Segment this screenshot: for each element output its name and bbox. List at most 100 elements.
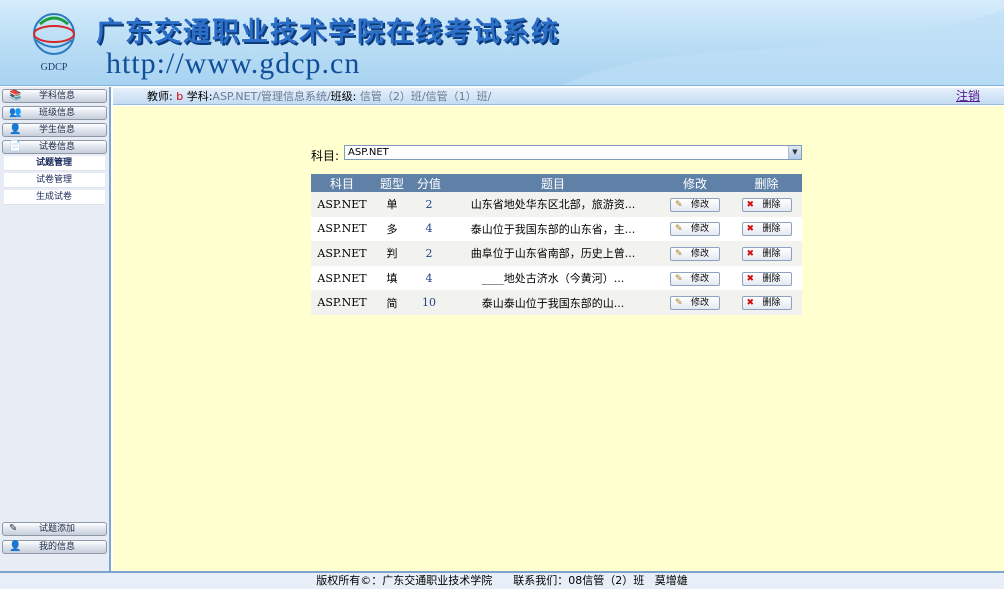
header-wave-decoration: [562, 10, 1004, 85]
edit-button[interactable]: ✎ 修改: [670, 271, 720, 286]
teacher-name: b: [176, 90, 184, 103]
filter-subject-label: 科目:: [311, 149, 340, 163]
table-row: ASP.NET 填 4 ____地处古济水（今黄河）... ✎ 修改 ✖ 删除: [311, 265, 802, 291]
class-list: 信管（2）班/信管（1）班/: [359, 90, 492, 103]
teacher-label: 教师:: [147, 90, 173, 103]
cell-delete: ✖ 删除: [731, 290, 802, 315]
delete-button[interactable]: ✖ 删除: [741, 222, 792, 237]
sidebar-item-label: 班级信息: [39, 108, 76, 118]
table-row: ASP.NET 单 2 山东省地处华东区北部，旅游资... ✎ 修改 ✖ 删除: [311, 192, 802, 217]
subject-select-value: ASP.NET: [348, 147, 389, 158]
logout-link[interactable]: 注销: [956, 88, 980, 105]
subject-select[interactable]: ASP.NET ▼: [344, 145, 802, 160]
cell-subject: ASP.NET: [311, 241, 373, 266]
subject-list: ASP.NET/管理信息系统/: [212, 90, 331, 103]
cell-subject: ASP.NET: [311, 265, 373, 291]
edit-button[interactable]: ✎ 修改: [670, 246, 720, 261]
sidebar: 📚 学科信息 👥 班级信息 👤 学生信息 📄 试卷信息 试题管理 试卷管理 生成…: [0, 87, 111, 571]
user-info-icon: 👤: [9, 541, 22, 552]
cell-type: 填: [373, 265, 411, 291]
cell-delete: ✖ 删除: [731, 216, 802, 242]
table-row: ASP.NET 简 10 泰山泰山位于我国东部的山... ✎ 修改 ✖ 删除: [311, 290, 802, 315]
col-header-title: 题目: [447, 174, 659, 192]
paper-icon: 📄: [9, 141, 22, 152]
edit-button[interactable]: ✎ 修改: [670, 296, 720, 311]
sidebar-item-add-question[interactable]: ✎ 试题添加: [2, 522, 107, 536]
sidebar-subitem-generate-paper[interactable]: 生成试卷: [4, 190, 105, 205]
pencil-icon: ✎: [675, 248, 683, 259]
cell-edit: ✎ 修改: [659, 216, 731, 242]
edit-button-label: 修改: [691, 248, 710, 259]
sidebar-item-label: 试题添加: [39, 524, 76, 534]
sidebar-item-classes[interactable]: 👥 班级信息: [2, 106, 107, 120]
edit-button[interactable]: ✎ 修改: [670, 222, 720, 237]
delete-button[interactable]: ✖ 删除: [741, 296, 792, 311]
table-row: ASP.NET 判 2 曲阜位于山东省南部，历史上曾... ✎ 修改 ✖ 删除: [311, 241, 802, 266]
pencil-icon: ✎: [675, 199, 683, 210]
footer: 版权所有©：广东交通职业技术学院 联系我们：08信管（2）班 莫增雄: [0, 571, 1004, 589]
footer-copyright: 版权所有©：广东交通职业技术学院: [316, 574, 493, 587]
cell-title: 山东省地处华东区北部，旅游资...: [447, 192, 659, 217]
site-title: 广东交通职业技术学院在线考试系统: [96, 17, 560, 48]
cell-title: ____地处古济水（今黄河）...: [447, 265, 659, 291]
cell-delete: ✖ 删除: [731, 192, 802, 217]
delete-button-label: 删除: [762, 224, 781, 235]
close-icon: ✖: [746, 298, 755, 309]
cell-edit: ✎ 修改: [659, 265, 731, 291]
header-banner: GDCP 广东交通职业技术学院在线考试系统 http://www.gdcp.cn: [0, 0, 1004, 86]
chevron-down-icon[interactable]: ▼: [788, 146, 801, 159]
cell-type: 判: [373, 241, 411, 266]
cell-type: 单: [373, 192, 411, 217]
subject-label: 学科:: [186, 90, 213, 103]
sidebar-item-students[interactable]: 👤 学生信息: [2, 123, 107, 137]
sidebar-item-subjects[interactable]: 📚 学科信息: [2, 89, 107, 103]
cell-subject: ASP.NET: [311, 290, 373, 315]
delete-button-label: 删除: [762, 298, 781, 309]
sidebar-item-my-info[interactable]: 👤 我的信息: [2, 540, 107, 554]
cell-title: 泰山泰山位于我国东部的山...: [447, 290, 659, 315]
cell-title: 曲阜位于山东省南部，历史上曾...: [447, 241, 659, 266]
add-icon: ✎: [9, 523, 18, 534]
site-url: http://www.gdcp.cn: [106, 47, 361, 80]
edit-button-label: 修改: [691, 224, 710, 235]
pencil-icon: ✎: [675, 273, 683, 284]
logo-text: GDCP: [41, 62, 68, 73]
cell-score: 2: [411, 241, 447, 266]
sidebar-subitem-question-manage[interactable]: 试题管理: [4, 156, 105, 171]
sidebar-item-label: 试卷信息: [39, 142, 76, 152]
col-header-subject: 科目: [311, 174, 373, 192]
cell-type: 多: [373, 216, 411, 242]
col-header-edit: 修改: [659, 174, 731, 192]
cell-delete: ✖ 删除: [731, 241, 802, 266]
close-icon: ✖: [746, 199, 755, 210]
cell-score: 4: [411, 265, 447, 291]
cell-delete: ✖ 删除: [731, 265, 802, 291]
gdcp-logo: GDCP: [22, 8, 86, 76]
pencil-icon: ✎: [675, 298, 683, 309]
delete-button[interactable]: ✖ 删除: [741, 197, 792, 212]
edit-button-label: 修改: [691, 199, 710, 210]
cell-subject: ASP.NET: [311, 216, 373, 242]
class-label: 班级:: [330, 90, 357, 103]
sidebar-item-papers[interactable]: 📄 试卷信息: [2, 140, 107, 154]
edit-button[interactable]: ✎ 修改: [670, 197, 720, 212]
sidebar-subitem-paper-manage[interactable]: 试卷管理: [4, 173, 105, 188]
cell-edit: ✎ 修改: [659, 290, 731, 315]
delete-button[interactable]: ✖ 删除: [741, 271, 792, 286]
cell-subject: ASP.NET: [311, 192, 373, 217]
users-icon: 👥: [9, 107, 22, 118]
delete-button-label: 删除: [762, 248, 781, 259]
delete-button[interactable]: ✖ 删除: [741, 246, 792, 261]
cell-score: 2: [411, 192, 447, 217]
table-header-row: 科目 题型 分值 题目 修改 删除: [311, 174, 802, 192]
cell-type: 简: [373, 290, 411, 315]
col-header-delete: 删除: [731, 174, 802, 192]
student-icon: 👤: [9, 124, 22, 135]
col-header-score: 分值: [411, 174, 447, 192]
delete-button-label: 删除: [762, 199, 781, 210]
question-table: 科目 题型 分值 题目 修改 删除 ASP.NET 单 2 山东省地处华东区北部…: [311, 174, 802, 315]
close-icon: ✖: [746, 248, 755, 259]
cell-score: 10: [411, 290, 447, 315]
edit-button-label: 修改: [691, 298, 710, 309]
pencil-icon: ✎: [675, 224, 683, 235]
